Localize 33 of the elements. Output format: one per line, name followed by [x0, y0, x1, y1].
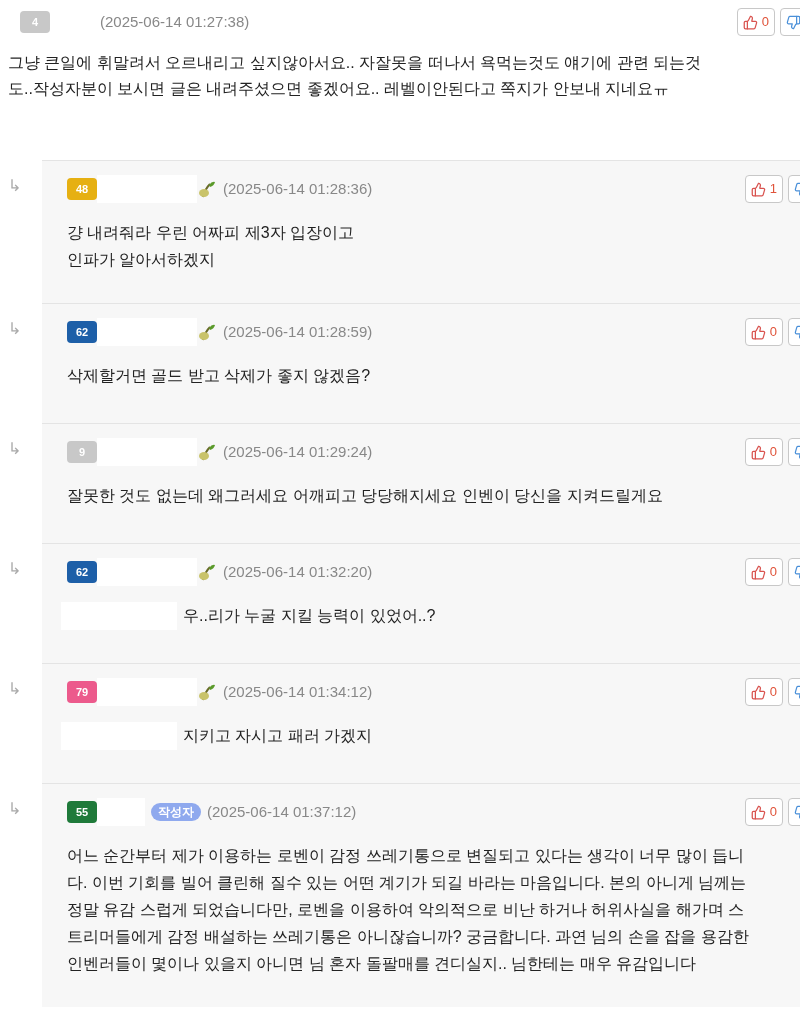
reply-arrow: ↳ — [7, 559, 22, 579]
author-tag: 작성자 — [151, 803, 201, 821]
comment-text: 잘못한 것도 없는데 왜그러세요 어깨피고 당당해지세요 인벤이 당신을 지켜드릴게요 — [67, 486, 663, 506]
comment-text: 어느 순간부터 제가 이용하는 로벤이 감정 쓰레기통으로 변질되고 있다는 생각이 너무 많이 듭니다. 이번 기회를 빌어 클린해 질수 있는 어떤 계기가 되길 바라는 마음입니다. 본의 아니게 님께는 정말 유감 스럽게 되었습니다만, 로벤을 이용하여 악의적으로 비난 하거나 허위사실을 해가며 스트리머들에게 감정 배설하는 쓰레기통은 아니잖습니까? 궁금합니다. 과연 님의 손을 잡을 용감한 인벤러들이 몇이나 있을지 아니면 님 혼자 돌팔매를 견디실지.. 님한테는 매우 유감입니다 — [67, 846, 750, 974]
comment-text: 우..리가 누굴 지킬 능력이 있었어..? — [183, 606, 436, 626]
like-button[interactable]: 0 — [736, 8, 775, 36]
reply-arrow: ↳ — [7, 799, 22, 819]
comment-date: (2025-06-14 01:32:20) — [223, 561, 373, 582]
reply-arrow: ↳ — [7, 439, 22, 459]
comment-date: (2025-06-14 01:28:59) — [223, 321, 373, 342]
badge-number: 62 — [75, 566, 89, 578]
comment-date: (2025-06-14 01:27:38) — [100, 11, 250, 32]
comment-text: 삭제할거면 골드 받고 삭제가 좋지 않겠음? — [67, 366, 371, 386]
like-button[interactable]: 0 — [744, 678, 783, 706]
like-button[interactable]: 0 — [744, 438, 783, 466]
comment-text: 걍 내려줘라 우린 어짜피 제3자 입장이고 인파가 알아서하겠지 — [67, 223, 355, 270]
comment-text: 지키고 자시고 패러 가겠지 — [183, 726, 373, 746]
comment-date: (2025-06-14 01:34:12) — [223, 681, 373, 702]
comment-date: (2025-06-14 01:28:36) — [223, 178, 373, 199]
like-button[interactable]: 0 — [744, 318, 783, 346]
badge-number: 62 — [75, 326, 89, 338]
comment-date: (2025-06-14 01:29:24) — [223, 441, 373, 462]
reply-arrow: ↳ — [7, 319, 22, 339]
badge-number: 55 — [75, 806, 89, 818]
reply-arrow: ↳ — [7, 176, 22, 196]
comment-date: (2025-06-14 01:37:12) — [207, 801, 357, 822]
badge-number: 79 — [75, 686, 89, 698]
like-button[interactable]: 1 — [744, 175, 783, 203]
badge-number: 48 — [75, 183, 89, 195]
like-button[interactable]: 0 — [744, 798, 783, 826]
reply-arrow: ↳ — [7, 679, 22, 699]
like-button[interactable]: 0 — [744, 558, 783, 586]
comment-text: 그냥 큰일에 휘말려서 오르내리고 싶지않아서요.. 자잘못을 떠나서 욕먹는것도 얘기에 관련 되는것도..작성자분이 보시면 글은 내려주셨으면 좋겠어요.. 레벨이안된다고 쪽지가 안보내 지네요ㅠ — [8, 53, 703, 99]
